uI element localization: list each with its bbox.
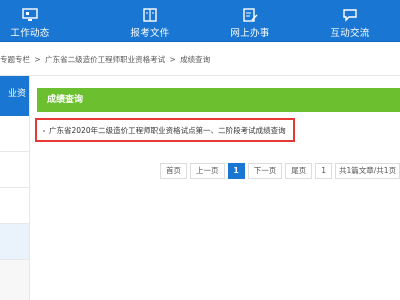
breadcrumb-separator: > xyxy=(34,55,41,64)
main-nav: 工作动态 报考文件 网上办事 互动交流 xyxy=(0,0,400,42)
nav-item-label: 网上办事 xyxy=(230,28,270,39)
bullet-icon xyxy=(43,130,45,132)
sidebar: 业资 xyxy=(0,76,30,300)
sidebar-item-active[interactable] xyxy=(0,224,29,260)
edit-document-icon xyxy=(243,8,258,22)
sidebar-item[interactable] xyxy=(0,188,29,224)
breadcrumb-item-current: 成绩查询 xyxy=(180,55,211,64)
section-title: 成绩查询 xyxy=(37,88,400,112)
breadcrumb-item-topics[interactable]: 专题专栏 xyxy=(0,55,30,64)
nav-item-label: 工作动态 xyxy=(10,28,50,39)
nav-item-work-news[interactable]: 工作动态 xyxy=(0,0,100,41)
nav-item-online-service[interactable]: 网上办事 xyxy=(200,0,300,41)
sidebar-item[interactable] xyxy=(0,116,29,152)
page-total: 共1篇文章/共1页 xyxy=(335,163,400,179)
monitor-icon xyxy=(22,8,38,21)
nav-item-label: 互动交流 xyxy=(330,28,370,39)
pagination: 首页 上一页 1 下一页 尾页 1 共1篇文章/共1页 xyxy=(160,163,400,179)
list-item[interactable]: 广东省2020年二级造价工程师职业资格试点第一、二阶段考试成绩查询 xyxy=(35,118,400,142)
prev-page-button[interactable]: 上一页 xyxy=(190,163,225,179)
next-page-button[interactable]: 下一页 xyxy=(247,163,283,179)
nav-item-interaction[interactable]: 互动交流 xyxy=(300,0,400,41)
nav-item-label: 报考文件 xyxy=(130,28,170,39)
divider xyxy=(0,75,400,76)
breadcrumb-item-exam[interactable]: 广东省二级造价工程师职业资格考试 xyxy=(45,55,165,64)
sidebar-header: 业资 xyxy=(0,76,29,116)
breadcrumb: 专题专栏 > 广东省二级造价工程师职业资格考试 > 成绩查询 xyxy=(0,54,400,68)
current-page-button[interactable]: 1 xyxy=(227,163,245,179)
page-number-input[interactable]: 1 xyxy=(315,163,332,179)
first-page-button[interactable]: 首页 xyxy=(160,163,187,179)
last-page-button[interactable]: 尾页 xyxy=(285,163,313,179)
nav-item-exam-docs[interactable]: 报考文件 xyxy=(100,0,200,41)
book-icon xyxy=(143,8,157,22)
sidebar-item[interactable] xyxy=(0,152,29,188)
chat-icon xyxy=(343,9,357,22)
breadcrumb-separator: > xyxy=(169,55,176,64)
highlight-box xyxy=(35,118,295,142)
article-list: 广东省2020年二级造价工程师职业资格试点第一、二阶段考试成绩查询 xyxy=(35,118,400,142)
